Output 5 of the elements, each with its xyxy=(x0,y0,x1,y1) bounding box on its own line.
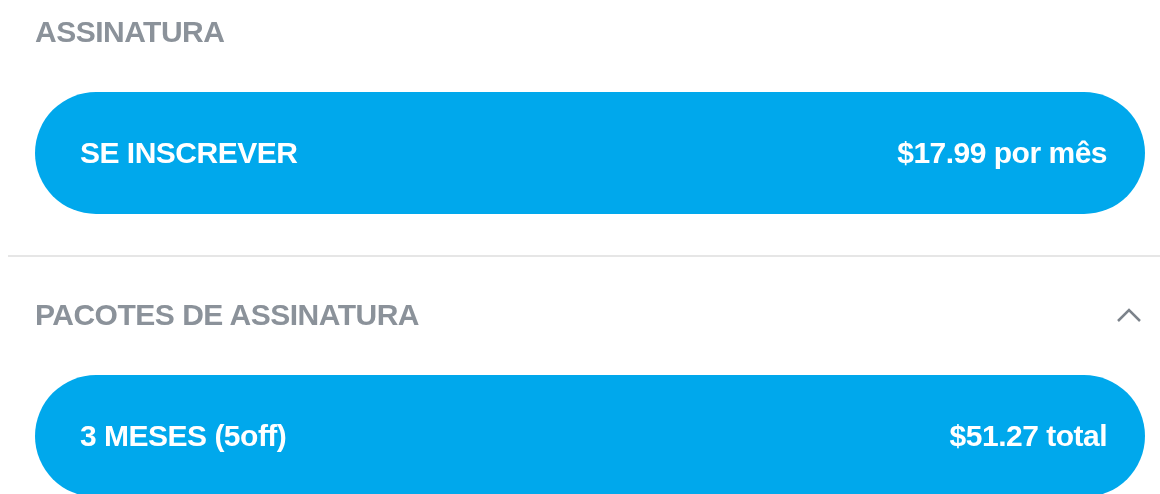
section-heading: ASSINATURA xyxy=(35,14,226,50)
plan-button[interactable]: SE INSCREVER $17.99 por mês xyxy=(35,92,1145,214)
chevron-up-icon[interactable] xyxy=(1116,307,1142,323)
plan-button[interactable]: 3 MESES (5off) $51.27 total xyxy=(35,375,1145,494)
section-heading: PACOTES DE ASSINATURA xyxy=(35,297,419,333)
